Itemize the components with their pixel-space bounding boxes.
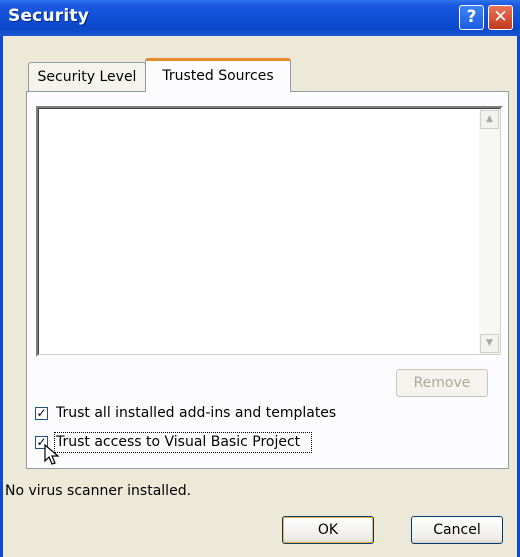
arrow-up-icon: ▲ xyxy=(486,114,493,124)
security-dialog: Security ? ✕ Security Level Trusted Sour… xyxy=(0,0,520,557)
cancel-button[interactable]: Cancel xyxy=(411,516,503,544)
arrow-down-icon: ▼ xyxy=(486,338,493,348)
mouse-pointer-icon xyxy=(44,444,60,465)
list-scrollbar[interactable]: ▲ ▼ xyxy=(479,109,500,354)
checkmark-icon: ✓ xyxy=(36,406,47,420)
scroll-up-button[interactable]: ▲ xyxy=(480,110,499,129)
help-icon: ? xyxy=(466,7,477,27)
window-border-left xyxy=(0,36,3,557)
trusted-sources-list[interactable]: ▲ ▼ xyxy=(36,106,503,357)
title-bar[interactable]: Security ? ✕ xyxy=(0,0,520,36)
ok-button[interactable]: OK xyxy=(282,516,374,544)
remove-button[interactable]: Remove xyxy=(396,369,488,397)
close-button[interactable]: ✕ xyxy=(488,5,513,30)
tab-security-level-label: Security Level xyxy=(37,69,137,85)
trust-addins-checkbox[interactable]: ✓ xyxy=(35,407,48,420)
window-title: Security xyxy=(8,6,89,26)
list-inner xyxy=(38,108,501,355)
scroll-down-button[interactable]: ▼ xyxy=(480,334,499,353)
trust-addins-label: Trust all installed add-ins and template… xyxy=(56,405,337,421)
tab-security-level[interactable]: Security Level xyxy=(28,62,146,91)
trusted-sources-panel: ▲ ▼ Remove ✓ Trust all installed add-ins… xyxy=(26,91,509,469)
trust-vba-label: Trust access to Visual Basic Project xyxy=(56,434,301,450)
tab-trusted-sources-label: Trusted Sources xyxy=(162,68,274,84)
tab-trusted-sources[interactable]: Trusted Sources xyxy=(145,58,291,92)
help-button[interactable]: ? xyxy=(459,5,484,30)
close-icon: ✕ xyxy=(493,7,508,27)
virus-scanner-status: No virus scanner installed. xyxy=(5,483,192,499)
